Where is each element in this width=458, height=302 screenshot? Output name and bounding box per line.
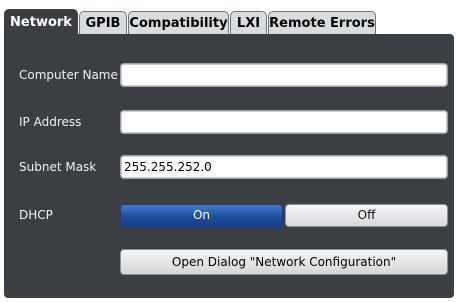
computer-name-field[interactable] [120,63,448,87]
tab-network[interactable]: Network [4,9,78,36]
ip-address-label: IP Address [19,115,82,129]
dhcp-off-option[interactable]: Off [285,204,448,227]
dhcp-on-option[interactable]: On [120,204,283,227]
tab-compatibility[interactable]: Compatibility [128,11,229,34]
tab-remote-errors[interactable]: Remote Errors [268,11,376,34]
subnet-mask-field[interactable] [120,155,448,179]
tab-gpib[interactable]: GPIB [79,11,127,34]
computer-name-label: Computer Name [19,68,118,82]
open-network-configuration-button[interactable]: Open Dialog "Network Configuration" [120,249,448,275]
dhcp-label: DHCP [19,208,53,222]
tab-lxi[interactable]: LXI [230,11,267,34]
tab-bar: Network GPIB Compatibility LXI Remote Er… [4,9,458,36]
network-settings-window: Network GPIB Compatibility LXI Remote Er… [0,0,458,302]
dhcp-toggle: On Off [120,204,448,227]
ip-address-field[interactable] [120,110,448,134]
subnet-mask-label: Subnet Mask [19,160,97,174]
